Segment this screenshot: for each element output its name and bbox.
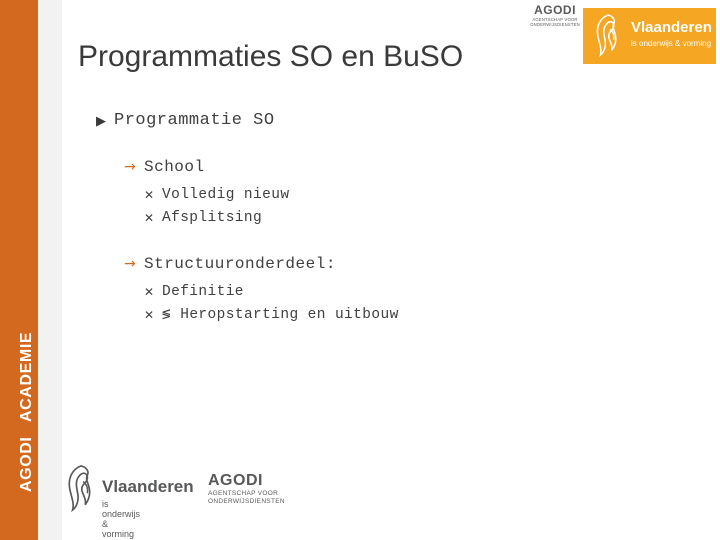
lion-icon: [68, 465, 91, 513]
bullet-level3-label: Volledig nieuw: [162, 187, 290, 203]
triangle-bullet-icon: ▶: [96, 113, 106, 128]
cross-bullet-icon: ✕: [144, 308, 155, 322]
bullet-level3-label: Afsplitsing: [162, 210, 263, 226]
lion-icon: [596, 14, 617, 57]
bullet-group-school: → School ✕ Volledig nieuw ✕ Afsplitsing: [124, 156, 696, 229]
footer-vlaanderen-wordmark: Vlaanderen: [102, 477, 194, 496]
footer-vlaanderen-tagline: is onderwijs & vorming: [102, 499, 141, 539]
bullet-level3: ✕ ≶ Heropstarting en uitbouw: [144, 304, 696, 326]
vlaanderen-wordmark: Vlaanderen: [631, 19, 712, 36]
bullet-level2: → Structuuronderdeel:: [124, 253, 696, 275]
vlaanderen-badge: Vlaanderen is onderwijs & vorming: [583, 8, 716, 64]
left-gray-bar: [38, 0, 62, 540]
agodi-subtitle-line2: ONDERWIJSDIENSTEN: [530, 21, 580, 27]
bullet-level2-label: School: [144, 158, 205, 176]
sidebar-vertical-line1: AGODI: [18, 436, 35, 492]
footer-agodi-subtitle-line2: ONDERWIJSDIENSTEN: [208, 498, 285, 506]
footer-agodi-wordmark: AGODI: [208, 472, 263, 489]
cross-bullet-icon: ✕: [144, 211, 155, 225]
bullet-level3: ✕ Afsplitsing: [144, 207, 696, 229]
sidebar-vertical-line2: ACADEMIE: [18, 331, 35, 422]
bullet-level1-label: Programmatie SO: [114, 111, 275, 130]
bullet-group-structuuronderdeel: → Structuuronderdeel: ✕ Definitie ✕ ≶ He…: [124, 253, 696, 326]
bullet-level2-label: Structuuronderdeel:: [144, 255, 336, 273]
sublist-structuuronderdeel: ✕ Definitie ✕ ≶ Heropstarting en uitbouw: [144, 281, 696, 326]
footer-agodi-logo: AGODI AGENTSCHAP VOOR ONDERWIJSDIENSTEN: [208, 472, 285, 507]
agodi-wordmark: AGODI: [534, 3, 576, 17]
arrow-bullet-icon: →: [124, 159, 136, 175]
bullet-level3-label: Definitie: [162, 284, 244, 300]
page-title: Programmaties SO en BuSO: [78, 40, 464, 73]
vlaanderen-tagline: is onderwijs & vorming: [631, 39, 712, 48]
sidebar-vertical-label: AGODI ACADEMIE: [18, 332, 36, 492]
bullet-level3-label: ≶ Heropstarting en uitbouw: [162, 307, 399, 323]
footer-agodi-subtitle-line1: AGENTSCHAP VOOR: [208, 489, 279, 497]
cross-bullet-icon: ✕: [144, 188, 155, 202]
arrow-bullet-icon: →: [124, 256, 136, 272]
cross-bullet-icon: ✕: [144, 285, 155, 299]
bullet-level3: ✕ Definitie: [144, 281, 696, 303]
bullet-level1: ▶ Programmatie SO: [96, 110, 696, 132]
bullet-level3: ✕ Volledig nieuw: [144, 184, 696, 206]
agodi-logo-top: AGODI AGENTSCHAP VOOR ONDERWIJSDIENSTEN: [520, 4, 590, 44]
bullet-level2: → School: [124, 156, 696, 178]
sublist-school: ✕ Volledig nieuw ✕ Afsplitsing: [144, 184, 696, 229]
sidebar-vertical-spacer: [18, 426, 35, 431]
slide-content: ▶ Programmatie SO → School ✕ Volledig ni…: [96, 110, 696, 350]
